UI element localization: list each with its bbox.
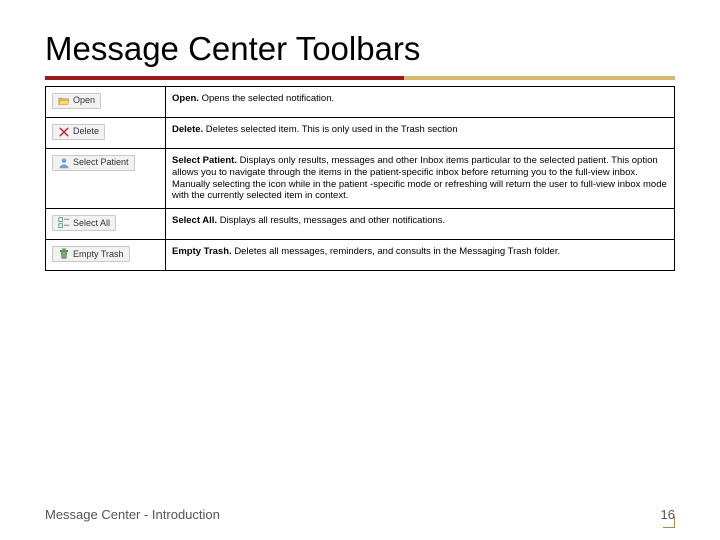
footer-left: Message Center - Introduction <box>45 507 220 522</box>
icon-cell-empty-trash: Empty Trash <box>46 240 166 271</box>
patient-icon <box>58 157 70 169</box>
chip-label: Select All <box>73 218 110 229</box>
desc: Displays all results, messages and other… <box>220 215 445 226</box>
trash-icon <box>58 248 70 260</box>
table-row: Empty Trash Empty Trash. Deletes all mes… <box>46 240 675 271</box>
icon-cell-open: Open <box>46 87 166 118</box>
page-title: Message Center Toolbars <box>45 30 675 68</box>
desc-cell: Open. Opens the selected notification. <box>166 87 675 118</box>
term: Delete. <box>172 124 203 135</box>
chip-label: Empty Trash <box>73 249 124 260</box>
desc: Opens the selected notification. <box>202 93 335 104</box>
title-underline <box>45 76 675 80</box>
table-row: Delete Delete. Deletes selected item. Th… <box>46 117 675 148</box>
desc-cell: Delete. Deletes selected item. This is o… <box>166 117 675 148</box>
desc: Deletes selected item. This is only used… <box>206 124 458 135</box>
term: Empty Trash. <box>172 246 232 257</box>
chip-label: Select Patient <box>73 157 129 168</box>
term: Open. <box>172 93 199 104</box>
table-row: Select All Select All. Displays all resu… <box>46 209 675 240</box>
corner-ornament-icon <box>663 516 675 528</box>
empty-trash-chip: Empty Trash <box>52 246 130 262</box>
icon-cell-select-all: Select All <box>46 209 166 240</box>
table-row: Open Open. Opens the selected notificati… <box>46 87 675 118</box>
delete-x-icon <box>58 126 70 138</box>
chip-label: Open <box>73 95 95 106</box>
chip-label: Delete <box>73 126 99 137</box>
term: Select Patient. <box>172 155 237 166</box>
table-row: Select Patient Select Patient. Displays … <box>46 148 675 209</box>
slide: Message Center Toolbars Open Open. Opens… <box>0 0 720 540</box>
select-patient-chip: Select Patient <box>52 155 135 171</box>
desc: Displays only results, messages and othe… <box>172 155 667 202</box>
delete-chip: Delete <box>52 124 105 140</box>
folder-open-icon <box>58 95 70 107</box>
desc-cell: Select All. Displays all results, messag… <box>166 209 675 240</box>
icon-cell-delete: Delete <box>46 117 166 148</box>
select-all-icon <box>58 217 70 229</box>
desc-cell: Select Patient. Displays only results, m… <box>166 148 675 209</box>
open-chip: Open <box>52 93 101 109</box>
term: Select All. <box>172 215 217 226</box>
icon-cell-select-patient: Select Patient <box>46 148 166 209</box>
desc: Deletes all messages, reminders, and con… <box>234 246 560 257</box>
desc-cell: Empty Trash. Deletes all messages, remin… <box>166 240 675 271</box>
select-all-chip: Select All <box>52 215 116 231</box>
footer: Message Center - Introduction 16 <box>45 507 675 522</box>
toolbar-table: Open Open. Opens the selected notificati… <box>45 86 675 271</box>
